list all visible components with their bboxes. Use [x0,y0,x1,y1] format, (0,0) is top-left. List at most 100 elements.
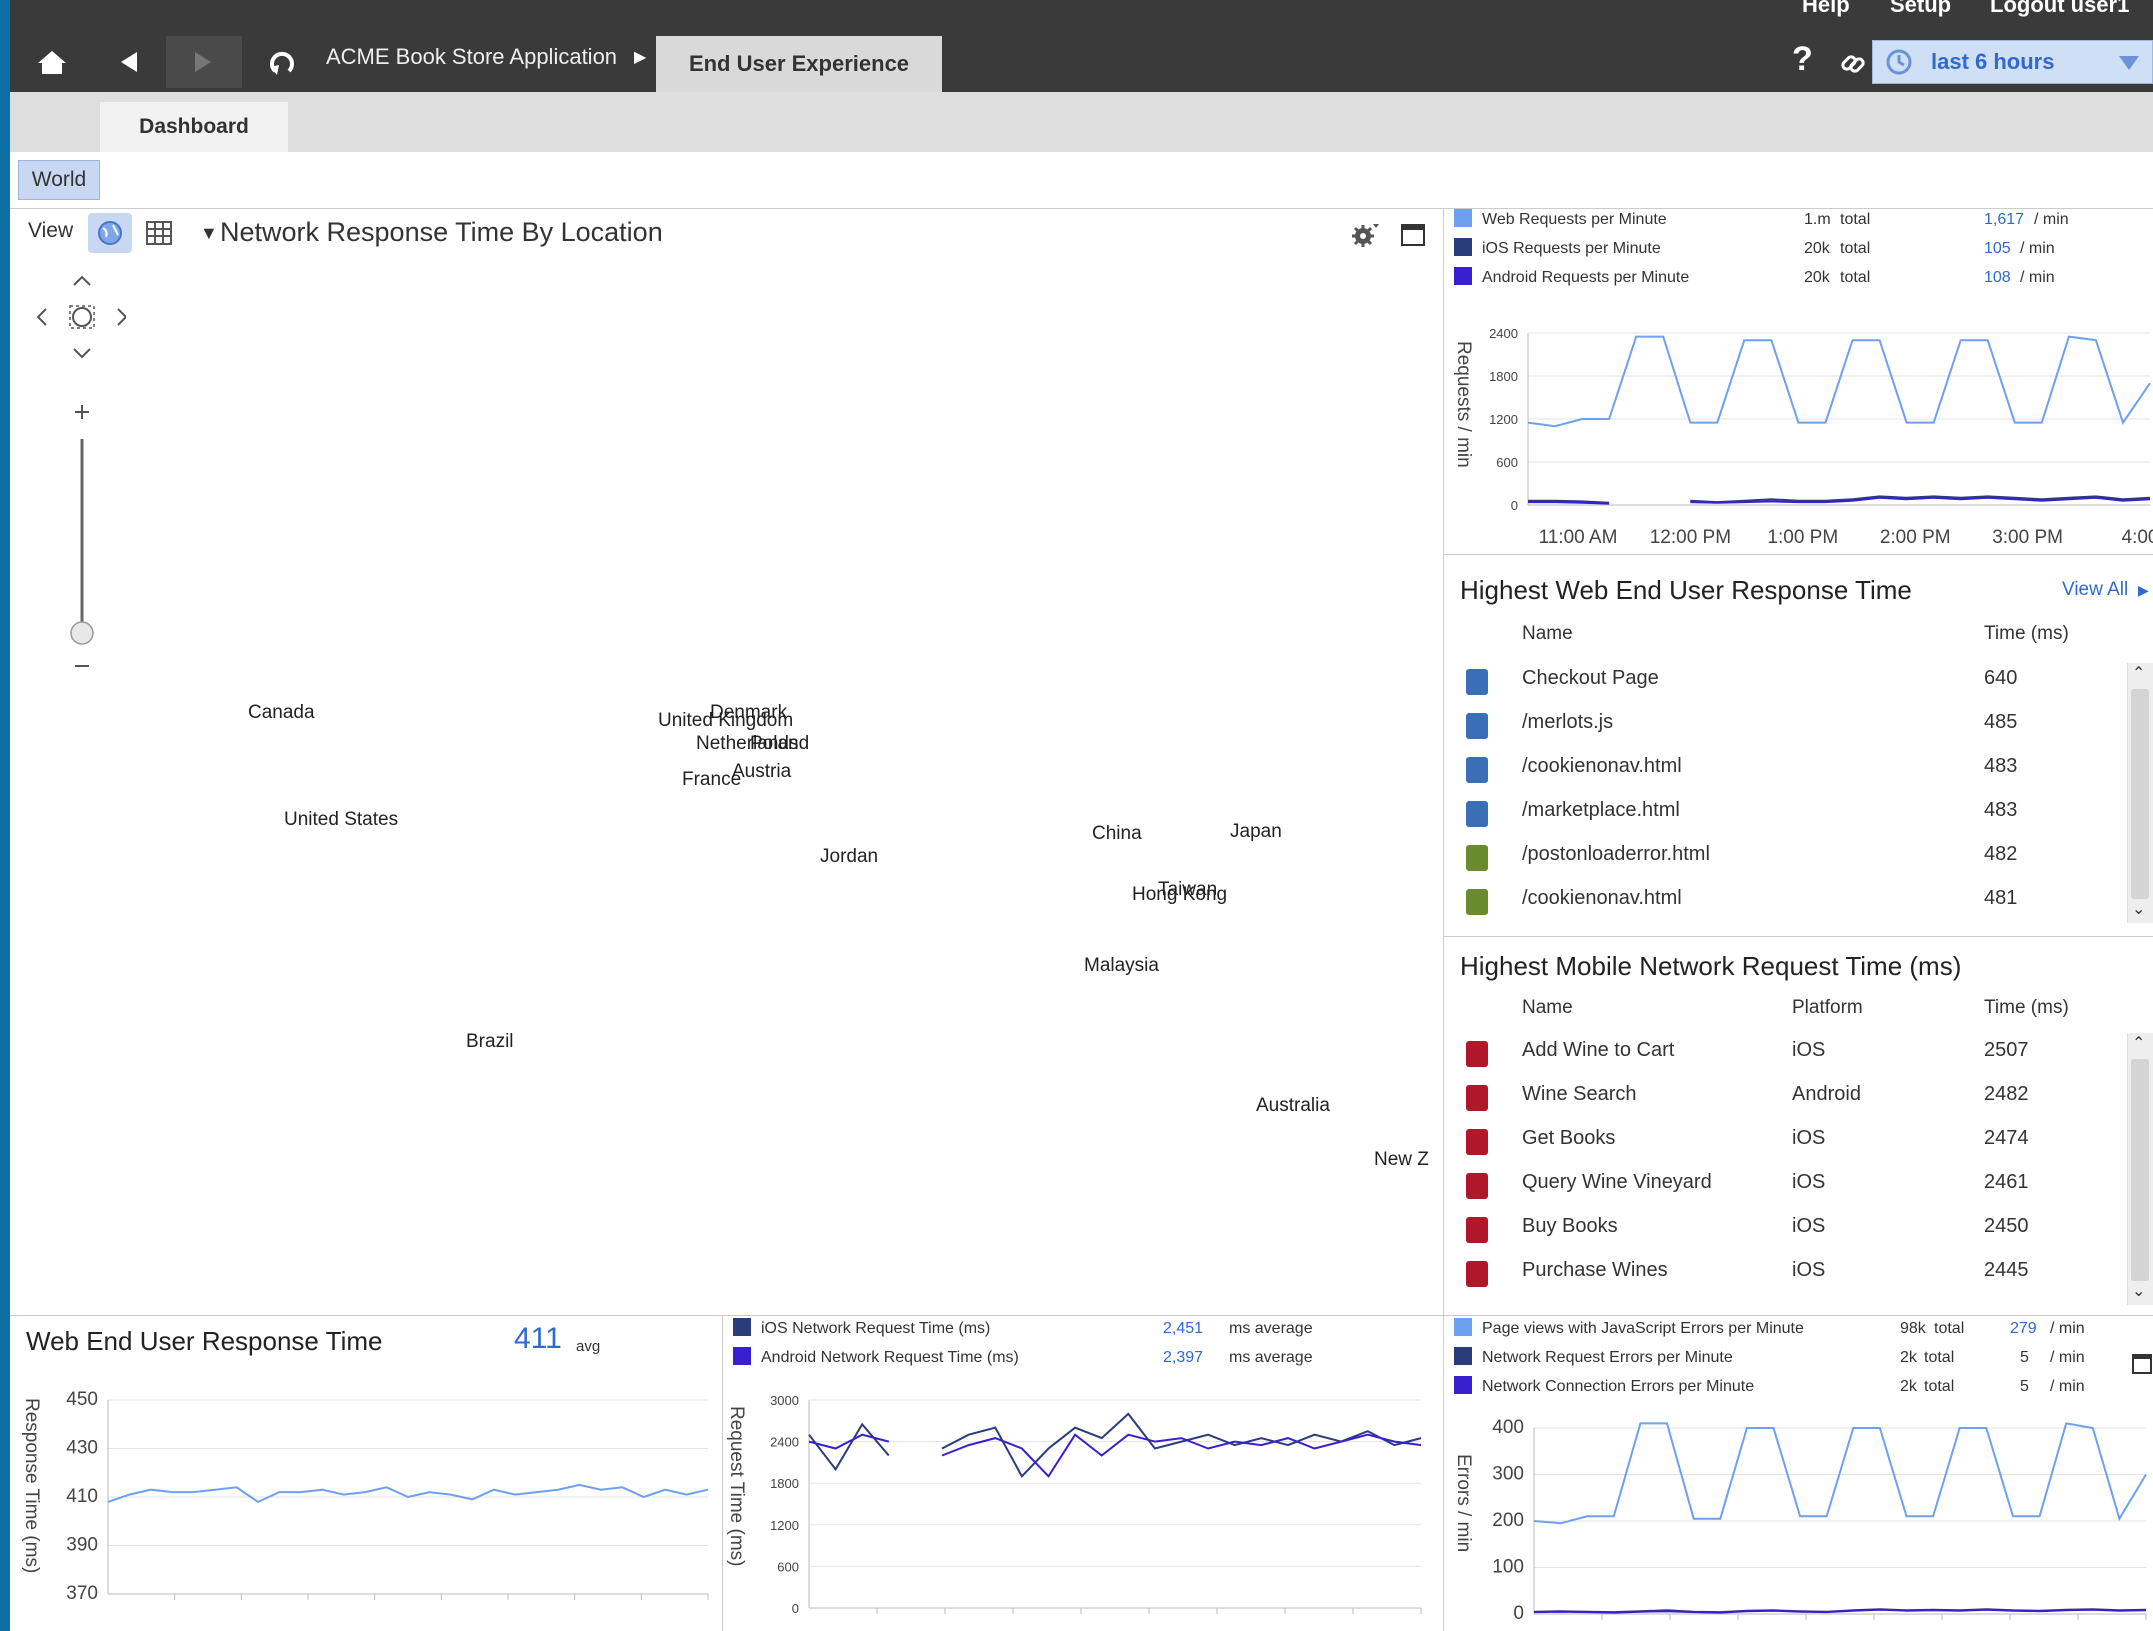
average-value: 411 [514,1322,562,1355]
row-name[interactable]: /marketplace.html [1522,799,1680,822]
panel-settings-button[interactable] [1350,221,1380,254]
row-name[interactable]: Purchase Wines [1522,1259,1668,1282]
maximize-button[interactable] [1400,223,1426,252]
breadcrumb-application[interactable]: ACME Book Store Application [326,44,617,70]
scrollbar-thumb[interactable] [2131,689,2149,899]
maximize-icon [2132,1354,2152,1374]
world-scope-button[interactable]: World [18,160,100,200]
column-header-name[interactable]: Name [1522,997,1573,1019]
errors-line-chart[interactable]: Errors / min 0 100 200 300 400 [1444,1404,2153,1631]
mobile-request-time-chart[interactable]: Request Time (ms) 0 600 1200 1800 2400 3000 [723,1378,1443,1631]
page-type-icon [1466,757,1488,783]
bubble-brazil [394,957,514,1077]
row-name[interactable]: Buy Books [1522,1215,1618,1238]
map-label-new-zealand[interactable]: New Z [1374,1149,1429,1171]
legend-swatch [733,1347,751,1365]
logout-menu-link[interactable]: Logout user1 [1990,0,2129,18]
row-name[interactable]: Query Wine Vineyard [1522,1171,1712,1194]
setup-menu-link[interactable]: Setup [1890,0,1951,18]
web-table-scrollbar[interactable]: ⌃ ⌄ [2127,663,2153,923]
back-button[interactable] [108,36,148,88]
mobile-table-scrollbar[interactable]: ⌃ ⌄ [2127,1033,2153,1305]
row-time: 2482 [1984,1083,2029,1105]
home-button[interactable] [30,36,74,88]
australia [1129,1088,1311,1290]
map-zoom-slider[interactable] [66,399,98,859]
map-label-japan[interactable]: Japan [1230,821,1282,843]
map-label-canada[interactable]: Canada [248,702,315,724]
table-view-button[interactable] [146,221,172,250]
scroll-up-icon[interactable]: ⌃ [2132,1033,2145,1053]
north-america [39,488,621,971]
time-range-dropdown[interactable]: last 6 hours [1872,40,2153,84]
row-name[interactable]: Wine Search [1522,1083,1637,1106]
map-label-united-states[interactable]: United States [284,809,398,831]
scroll-down-icon[interactable]: ⌄ [2132,899,2145,919]
forward-button[interactable] [166,36,242,88]
map-label-taiwan[interactable]: Taiwan [1158,879,1217,901]
legend-total-label: total [1840,269,1871,286]
column-header-time[interactable]: Time (ms) [1984,997,2069,1019]
scrollbar-thumb[interactable] [2131,1059,2149,1281]
map-label-austria[interactable]: Austria [732,761,791,783]
map-label-jordan[interactable]: Jordan [820,846,878,868]
legend-name: Web Requests per Minute [1482,211,1667,228]
title-dropdown-caret-icon[interactable]: ▼ [200,223,218,244]
help-menu-link[interactable]: Help [1802,0,1850,18]
tab-dashboard[interactable]: Dashboard [100,102,288,152]
map-view-button[interactable] [88,213,132,253]
row-name[interactable]: /cookienonav.html [1522,887,1682,910]
row-name[interactable]: Add Wine to Cart [1522,1039,1674,1062]
row-time: 483 [1984,799,2018,821]
legend-unit: / min [2020,269,2055,286]
row-name[interactable]: /postonloaderror.html [1522,843,1710,866]
view-all-arrow-icon[interactable]: ▶ [2138,582,2149,599]
y-tick-label: 600 [777,1559,799,1574]
madagascar [869,1167,891,1261]
map-label-denmark[interactable]: Denmark [710,702,787,724]
top-navigation-bar: Help Setup Logout user1 ACME Book Store … [10,0,2153,92]
column-header-name[interactable]: Name [1522,623,1573,645]
view-all-link[interactable]: View All [2062,579,2128,601]
legend-rate: 105 [1984,240,2011,257]
chevron-down-icon [2119,56,2139,70]
view-label: View [28,219,74,242]
row-name[interactable]: /merlots.js [1522,711,1613,734]
row-name[interactable]: /cookienonav.html [1522,755,1682,778]
row-name[interactable]: Get Books [1522,1127,1615,1150]
requests-line-chart[interactable]: Requests / min 0 600 1200 1800 2400 11:00 AM 1… [1444,291,2153,551]
scroll-down-icon[interactable]: ⌄ [2132,1281,2145,1301]
help-icon[interactable]: ? [1792,40,1813,79]
world-map[interactable] [10,209,1443,1307]
row-time: 2445 [1984,1259,2029,1281]
map-label-poland[interactable]: Poland [750,733,809,755]
refresh-button[interactable] [260,36,304,88]
legend-swatch [1454,1376,1472,1394]
map-label-australia[interactable]: Australia [1256,1095,1330,1117]
maximize-button[interactable] [2132,1354,2152,1379]
row-platform: iOS [1792,1171,1826,1193]
scroll-up-icon[interactable]: ⌃ [2132,663,2145,683]
map-label-malaysia[interactable]: Malaysia [1084,955,1159,977]
dashboard-tab-strip: Dashboard [10,92,2153,152]
tab-end-user-experience[interactable]: End User Experience [656,36,942,92]
column-header-time[interactable]: Time (ms) [1984,623,2069,645]
row-platform: iOS [1792,1259,1826,1281]
row-time: 481 [1984,887,2018,909]
breadcrumb-arrow-icon: ▶ [634,49,647,66]
map-pan-control[interactable] [30,269,128,365]
legend-total-label: total [1924,1378,1955,1395]
web-response-time-chart[interactable]: Response Time (ms) 370 390 410 430 450 [10,1378,722,1631]
legend-swatch [1454,1347,1472,1365]
column-header-platform[interactable]: Platform [1792,997,1863,1019]
row-platform: iOS [1792,1039,1826,1061]
legend-unit: / min [2050,1349,2085,1366]
legend-rate: 108 [1984,269,2011,286]
legend-swatch [1454,1318,1472,1336]
web-response-table-panel: Highest Web End User Response Time View … [1444,555,2153,935]
row-name[interactable]: Checkout Page [1522,667,1659,690]
map-label-brazil[interactable]: Brazil [466,1031,514,1053]
map-label-china[interactable]: China [1092,823,1142,845]
link-icon[interactable] [1838,46,1868,82]
mobile-request-table-panel: Highest Mobile Network Request Time (ms)… [1444,937,2153,1315]
